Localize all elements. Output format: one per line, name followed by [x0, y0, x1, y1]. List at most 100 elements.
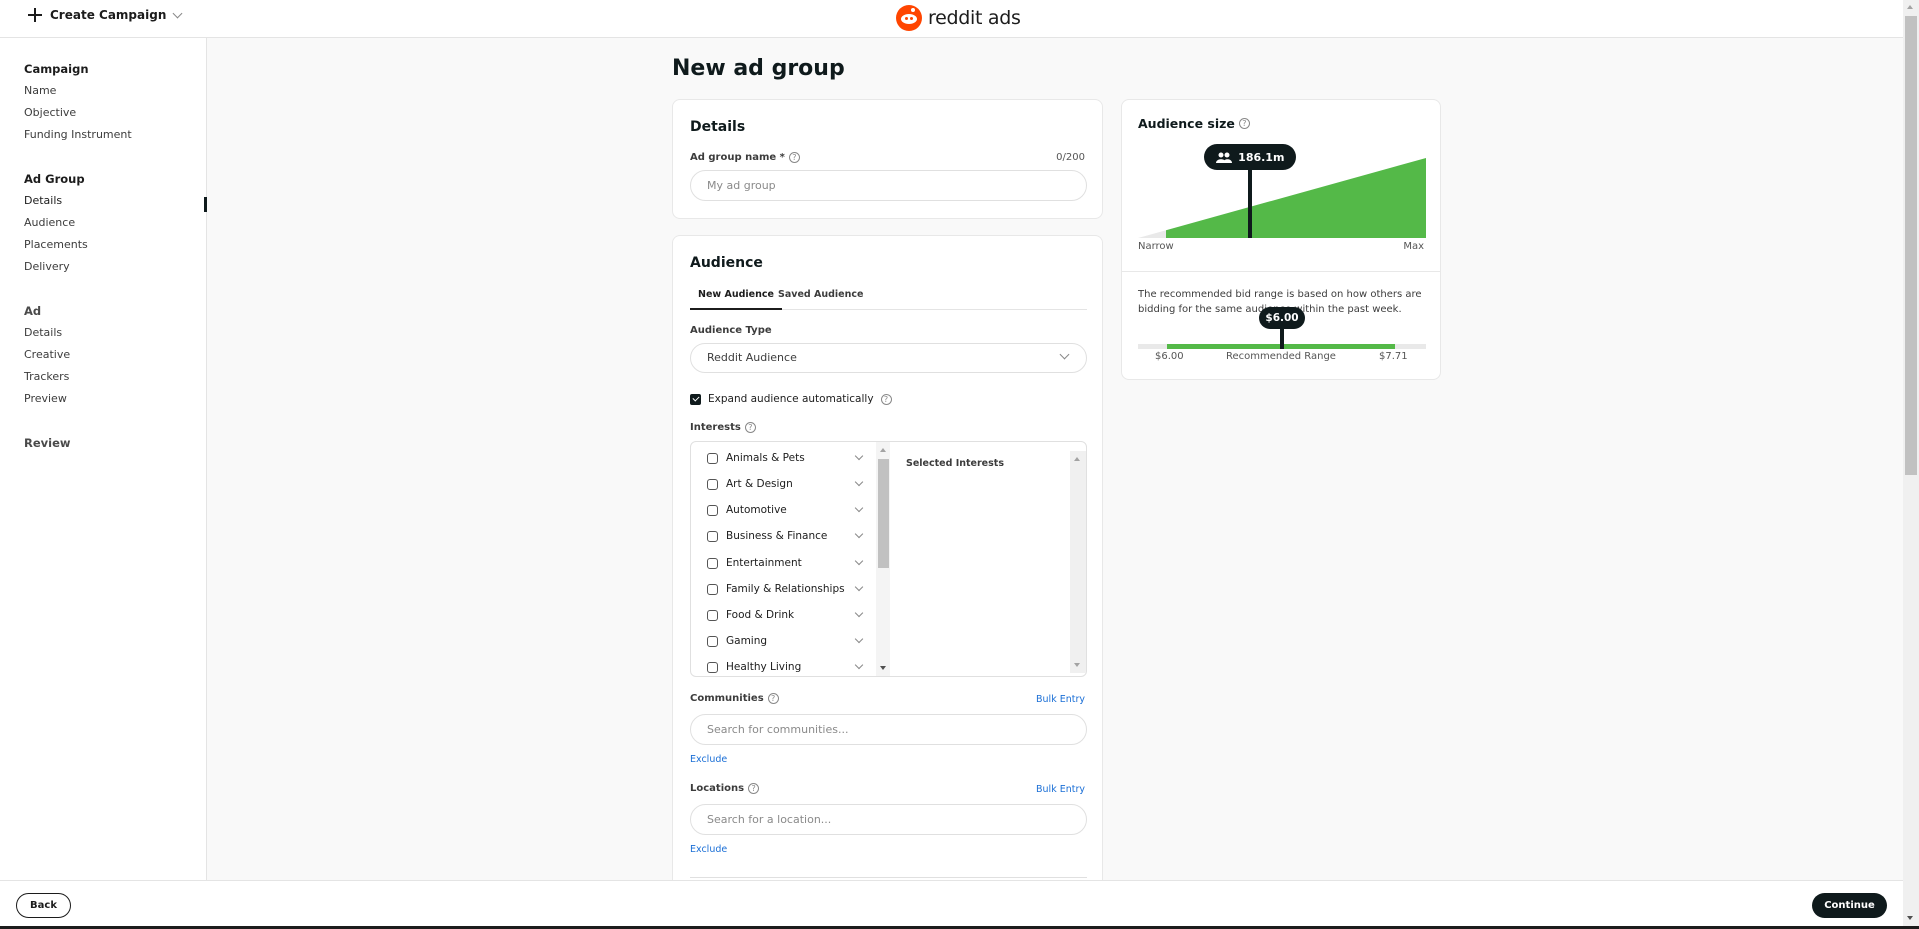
audience-size-panel: Audience size ? 186.1m Narrow Max The re… — [1121, 99, 1441, 380]
checkbox[interactable] — [707, 609, 718, 621]
top-header: Create Campaign reddit ads — [0, 0, 1903, 38]
checkbox[interactable] — [707, 557, 718, 569]
page-scrollbar[interactable] — [1903, 0, 1919, 926]
locations-bulk-entry-link[interactable]: Bulk Entry — [1036, 784, 1085, 795]
max-label: Max — [1403, 241, 1424, 252]
sidebar-item-name[interactable]: Name — [24, 80, 132, 102]
audience-size-fill — [1166, 158, 1426, 238]
sidebar-heading-campaign[interactable]: Campaign — [24, 58, 132, 80]
tab-new-audience[interactable]: New Audience — [690, 289, 782, 310]
sidebar-item-creative[interactable]: Creative — [24, 344, 70, 366]
ad-group-name-input[interactable] — [690, 170, 1087, 201]
scroll-up-icon[interactable] — [880, 448, 886, 452]
checkbox[interactable] — [707, 635, 718, 647]
sidebar-item-audience[interactable]: Audience — [24, 212, 88, 234]
sidebar-item-ad-details[interactable]: Details — [24, 322, 70, 344]
chevron-down-icon — [172, 8, 183, 18]
footer-bar: Back Continue — [0, 880, 1903, 926]
scroll-down-icon[interactable] — [880, 666, 886, 670]
interest-item[interactable]: Art & Design — [707, 471, 864, 497]
checkbox[interactable] — [707, 583, 718, 595]
expand-audience-row: Expand audience automatically ? — [690, 393, 892, 405]
tab-saved-audience[interactable]: Saved Audience — [778, 289, 863, 310]
communities-exclude-link[interactable]: Exclude — [690, 754, 727, 765]
selected-interests-scrollbar[interactable] — [1070, 451, 1086, 673]
page-title: New ad group — [672, 56, 845, 81]
scroll-up-icon[interactable] — [1074, 457, 1080, 461]
interests-label: Interests ? — [690, 422, 756, 433]
back-button[interactable]: Back — [16, 893, 71, 918]
range-min-label: $6.00 — [1155, 351, 1184, 362]
sidebar-heading-review[interactable]: Review — [24, 432, 71, 454]
locations-exclude-link[interactable]: Exclude — [690, 844, 727, 855]
help-icon[interactable]: ? — [748, 783, 760, 794]
sidebar-nav: Campaign Name Objective Funding Instrume… — [0, 38, 207, 880]
checkbox[interactable] — [707, 478, 718, 490]
chevron-down-icon[interactable] — [854, 529, 864, 539]
create-campaign-button[interactable]: Create Campaign — [28, 8, 183, 22]
reddit-ads-logo[interactable]: reddit ads — [896, 5, 1021, 31]
interest-item[interactable]: Animals & Pets — [707, 445, 864, 471]
chevron-down-icon[interactable] — [854, 634, 864, 644]
interest-item[interactable]: Entertainment — [707, 550, 864, 576]
chevron-down-icon[interactable] — [854, 582, 864, 592]
scrollbar-thumb[interactable] — [1905, 16, 1917, 475]
communities-bulk-entry-link[interactable]: Bulk Entry — [1036, 694, 1085, 705]
communities-label-text: Communities — [690, 693, 764, 704]
interest-item[interactable]: Family & Relationships — [707, 576, 864, 602]
sidebar-item-preview[interactable]: Preview — [24, 388, 70, 410]
interest-item[interactable]: Food & Drink — [707, 602, 864, 628]
chevron-down-icon[interactable] — [854, 660, 864, 670]
logo-text: reddit ads — [928, 7, 1021, 29]
sidebar-item-placements[interactable]: Placements — [24, 234, 88, 256]
audience-type-value: Reddit Audience — [707, 351, 797, 364]
audience-size-title: Audience size ? — [1138, 116, 1250, 131]
chevron-down-icon[interactable] — [854, 477, 864, 487]
audience-tabs: New Audience Saved Audience — [690, 286, 1087, 310]
sidebar-item-delivery[interactable]: Delivery — [24, 256, 88, 278]
help-icon[interactable]: ? — [767, 693, 779, 704]
sidebar-item-trackers[interactable]: Trackers — [24, 366, 70, 388]
locations-label-text: Locations — [690, 783, 745, 794]
interest-item[interactable]: Gaming — [707, 628, 864, 654]
audience-type-select[interactable]: Reddit Audience — [690, 343, 1087, 373]
help-icon[interactable]: ? — [1238, 118, 1250, 129]
sidebar-item-objective[interactable]: Objective — [24, 102, 132, 124]
chevron-down-icon — [1059, 349, 1070, 360]
chevron-down-icon[interactable] — [854, 451, 864, 461]
help-icon[interactable]: ? — [880, 393, 892, 405]
locations-search-input[interactable] — [690, 804, 1087, 835]
active-item-indicator — [204, 197, 207, 212]
chevron-down-icon[interactable] — [854, 503, 864, 513]
expand-audience-checkbox[interactable] — [690, 393, 701, 405]
continue-button[interactable]: Continue — [1812, 893, 1887, 918]
chevron-down-icon[interactable] — [854, 608, 864, 618]
sidebar-item-funding-instrument[interactable]: Funding Instrument — [24, 124, 132, 146]
sidebar-heading-ad-group[interactable]: Ad Group — [24, 168, 88, 190]
interest-item[interactable]: Healthy Living — [707, 654, 864, 676]
checkbox[interactable] — [707, 452, 718, 464]
details-title: Details — [690, 119, 746, 135]
interest-item[interactable]: Business & Finance — [707, 523, 864, 549]
checkbox[interactable] — [707, 661, 718, 673]
checkbox[interactable] — [707, 504, 718, 516]
checkbox[interactable] — [707, 530, 718, 542]
create-campaign-label: Create Campaign — [50, 8, 167, 22]
help-icon[interactable]: ? — [744, 422, 756, 433]
scroll-down-icon[interactable] — [1074, 663, 1080, 667]
interest-item[interactable]: Automotive — [707, 497, 864, 523]
chevron-down-icon[interactable] — [854, 556, 864, 566]
audience-type-label: Audience Type — [690, 325, 772, 336]
audience-title: Audience — [690, 255, 763, 271]
interests-scrollbar[interactable] — [876, 442, 890, 676]
scroll-down-icon[interactable] — [1907, 916, 1913, 920]
help-icon[interactable]: ? — [788, 152, 800, 163]
communities-search-input[interactable] — [690, 714, 1087, 745]
sidebar-heading-ad[interactable]: Ad — [24, 300, 70, 322]
sidebar-item-ad-group-details[interactable]: Details — [24, 190, 88, 212]
scrollbar-thumb[interactable] — [878, 459, 889, 568]
selected-interests-title: Selected Interests — [906, 458, 1004, 469]
scroll-up-icon[interactable] — [1907, 5, 1913, 9]
range-max-label: $7.71 — [1379, 351, 1408, 362]
range-label: Recommended Range — [1226, 351, 1336, 362]
